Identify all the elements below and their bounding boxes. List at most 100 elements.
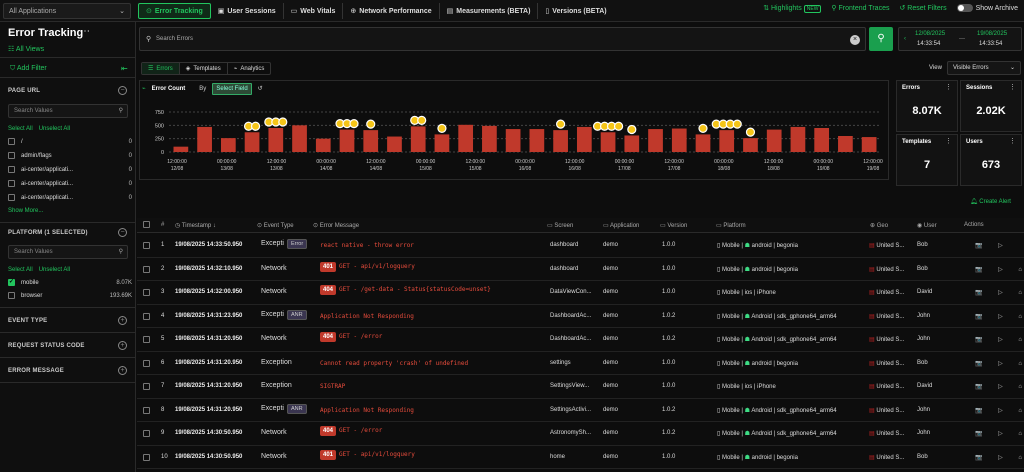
annotation-marker[interactable]: [437, 123, 447, 133]
application-select[interactable]: All Applications ⌄: [3, 3, 131, 19]
reset-filters-button[interactable]: ↺ Reset Filters: [899, 4, 946, 12]
row-error-message[interactable]: SIGTRAP: [320, 383, 345, 390]
checkbox[interactable]: [8, 152, 15, 159]
select-field-button[interactable]: Select Field: [212, 82, 252, 95]
event-type-heading[interactable]: EVENT TYPE: [8, 318, 47, 324]
row-actions[interactable]: 📷 ▷ ⌂: [975, 430, 1024, 437]
row-error-message[interactable]: 404 GET - /get-data - Status{statusCode=u…: [320, 285, 491, 295]
checkbox-item-browser[interactable]: browser 193.69K: [8, 292, 132, 299]
chart-bar[interactable]: [743, 138, 758, 152]
chart-bar[interactable]: [838, 136, 853, 152]
chart-bar[interactable]: [363, 130, 379, 152]
highlights-link[interactable]: ⇅ Highlights NEW: [763, 4, 822, 13]
table-row[interactable]: 2 19/08/2025 14:32:10.950 Network 401 GET - …: [137, 258, 1024, 281]
row-checkbox[interactable]: [143, 383, 150, 390]
select-all-link[interactable]: Select All: [8, 126, 33, 132]
chart-bar[interactable]: [458, 124, 474, 152]
chart-bar[interactable]: [529, 129, 545, 152]
chart-bar[interactable]: [220, 138, 236, 152]
table-row[interactable]: 10 19/08/2025 14:30:50.950 Network 401 GET -…: [137, 446, 1024, 469]
chart-bar[interactable]: [410, 126, 426, 152]
chart-bar[interactable]: [505, 129, 521, 152]
unselect-all-link[interactable]: Unselect All: [39, 267, 70, 273]
checkbox[interactable]: [8, 194, 15, 201]
expand-section-icon[interactable]: +: [118, 316, 127, 325]
more-options-icon[interactable]: ⋯: [80, 26, 90, 37]
chart-bar[interactable]: [814, 128, 830, 152]
search-errors-input[interactable]: ⚲ Search Errors ×: [139, 27, 866, 51]
row-error-message[interactable]: 401 GET - api/v1/logquery: [320, 261, 415, 272]
checkbox-item[interactable]: ai-center/applicati... 0: [8, 166, 132, 173]
annotation-marker[interactable]: [556, 119, 566, 129]
tab-network-performance[interactable]: ⊕ Network Performance: [343, 3, 440, 19]
arrow-left-icon[interactable]: ‹: [904, 36, 906, 42]
date-range-picker[interactable]: ‹ 12/08/2025 14:33:54 — 19/08/2025 14:33…: [898, 27, 1022, 51]
row-actions[interactable]: 📷 ▷ ⌂: [975, 454, 1024, 461]
checkbox-item[interactable]: admin/flags 0: [8, 152, 132, 159]
checkbox[interactable]: [8, 138, 15, 145]
checkbox[interactable]: [8, 180, 15, 187]
tab-user-sessions[interactable]: ▣ User Sessions: [211, 3, 284, 19]
table-row[interactable]: 4 19/08/2025 14:31:23.950 Excepti ANR Applic…: [137, 305, 1024, 328]
collapse-section-icon[interactable]: −: [118, 86, 127, 95]
annotation-marker[interactable]: [417, 115, 427, 125]
collapse-filters-icon[interactable]: ⇤: [121, 64, 128, 73]
row-error-message[interactable]: Cannot read property 'crash' of undefine…: [320, 360, 468, 367]
chart-bar[interactable]: [624, 135, 640, 152]
col-user[interactable]: ◉ User: [917, 222, 937, 229]
col-timestamp[interactable]: ◷ Timestamp ↓: [175, 222, 216, 229]
checkbox[interactable]: [8, 166, 15, 173]
table-row[interactable]: 3 19/08/2025 14:32:00.950 Network 404 GET - …: [137, 281, 1024, 305]
row-actions[interactable]: 📷 ▷ ⌂: [975, 360, 1024, 367]
table-row[interactable]: 9 19/08/2025 14:30:50.950 Network 404 GET - …: [137, 422, 1024, 446]
row-checkbox[interactable]: [143, 430, 150, 437]
clear-icon[interactable]: ×: [850, 35, 860, 45]
row-checkbox[interactable]: [143, 336, 150, 343]
annotation-marker[interactable]: [349, 119, 359, 129]
chart-bar[interactable]: [695, 134, 711, 152]
col-geo[interactable]: ⊕ Geo: [870, 222, 888, 229]
row-checkbox[interactable]: [143, 265, 150, 273]
error-message-heading[interactable]: ERROR MESSAGE: [8, 368, 64, 374]
row-error-message[interactable]: 404 GET - /error: [320, 426, 382, 436]
chart-bar[interactable]: [268, 128, 284, 152]
more-options-icon[interactable]: ⋮: [945, 83, 952, 91]
row-error-message[interactable]: 404 GET - /error: [320, 332, 382, 342]
tab-measurements[interactable]: ▤ Measurements (BETA): [440, 3, 539, 19]
checkbox-checked[interactable]: [8, 278, 15, 286]
annotation-marker[interactable]: [745, 127, 756, 137]
row-error-message[interactable]: Application Not Responding: [320, 313, 414, 320]
row-checkbox[interactable]: [143, 312, 150, 320]
table-row[interactable]: 5 19/08/2025 14:31:20.950 Network 404 GET - …: [137, 328, 1024, 352]
row-checkbox[interactable]: [143, 289, 150, 296]
checkbox-item[interactable]: ai-center/applicati... 0: [8, 194, 132, 201]
col-version[interactable]: ▭ Version: [660, 222, 687, 229]
chart-bar[interactable]: [387, 136, 402, 152]
row-actions[interactable]: 📷 ▷ ⌂: [975, 266, 1024, 273]
row-actions[interactable]: 📷 ▷ ⌂: [975, 407, 1024, 414]
chart-bar[interactable]: [671, 128, 687, 152]
annotation-marker[interactable]: [250, 121, 261, 131]
search-button[interactable]: ⚲: [869, 27, 893, 51]
col-error-message[interactable]: ⊙ Error Message: [313, 222, 359, 229]
col-screen[interactable]: ▭ Screen: [547, 222, 573, 229]
request-status-code-heading[interactable]: REQUEST STATUS CODE: [8, 343, 85, 349]
annotation-marker[interactable]: [366, 119, 376, 129]
expand-section-icon[interactable]: +: [118, 366, 127, 375]
chart-bar[interactable]: [482, 125, 497, 152]
more-options-icon[interactable]: ⋮: [1009, 83, 1016, 91]
frontend-traces-link[interactable]: ⚲ Frontend Traces: [831, 4, 889, 12]
view-select[interactable]: Visible Errors ⌄: [947, 61, 1021, 75]
chart-bar[interactable]: [244, 132, 260, 152]
collapse-section-icon[interactable]: −: [118, 228, 127, 237]
chart-bar[interactable]: [173, 146, 189, 152]
annotation-marker[interactable]: [278, 117, 288, 127]
checkbox[interactable]: [8, 292, 15, 299]
table-row[interactable]: 6 19/08/2025 14:31:20.950 Exception Cannot …: [137, 352, 1024, 375]
annotation-marker[interactable]: [613, 121, 624, 131]
chart-bar[interactable]: [315, 138, 331, 152]
annotation-marker[interactable]: [627, 124, 637, 135]
checkbox-item-mobile[interactable]: mobile 8.07K: [8, 278, 132, 286]
tab-error-tracking[interactable]: ⊙ Error Tracking: [138, 3, 211, 19]
row-error-message[interactable]: 401 GET - api/v1/logquery: [320, 449, 415, 460]
